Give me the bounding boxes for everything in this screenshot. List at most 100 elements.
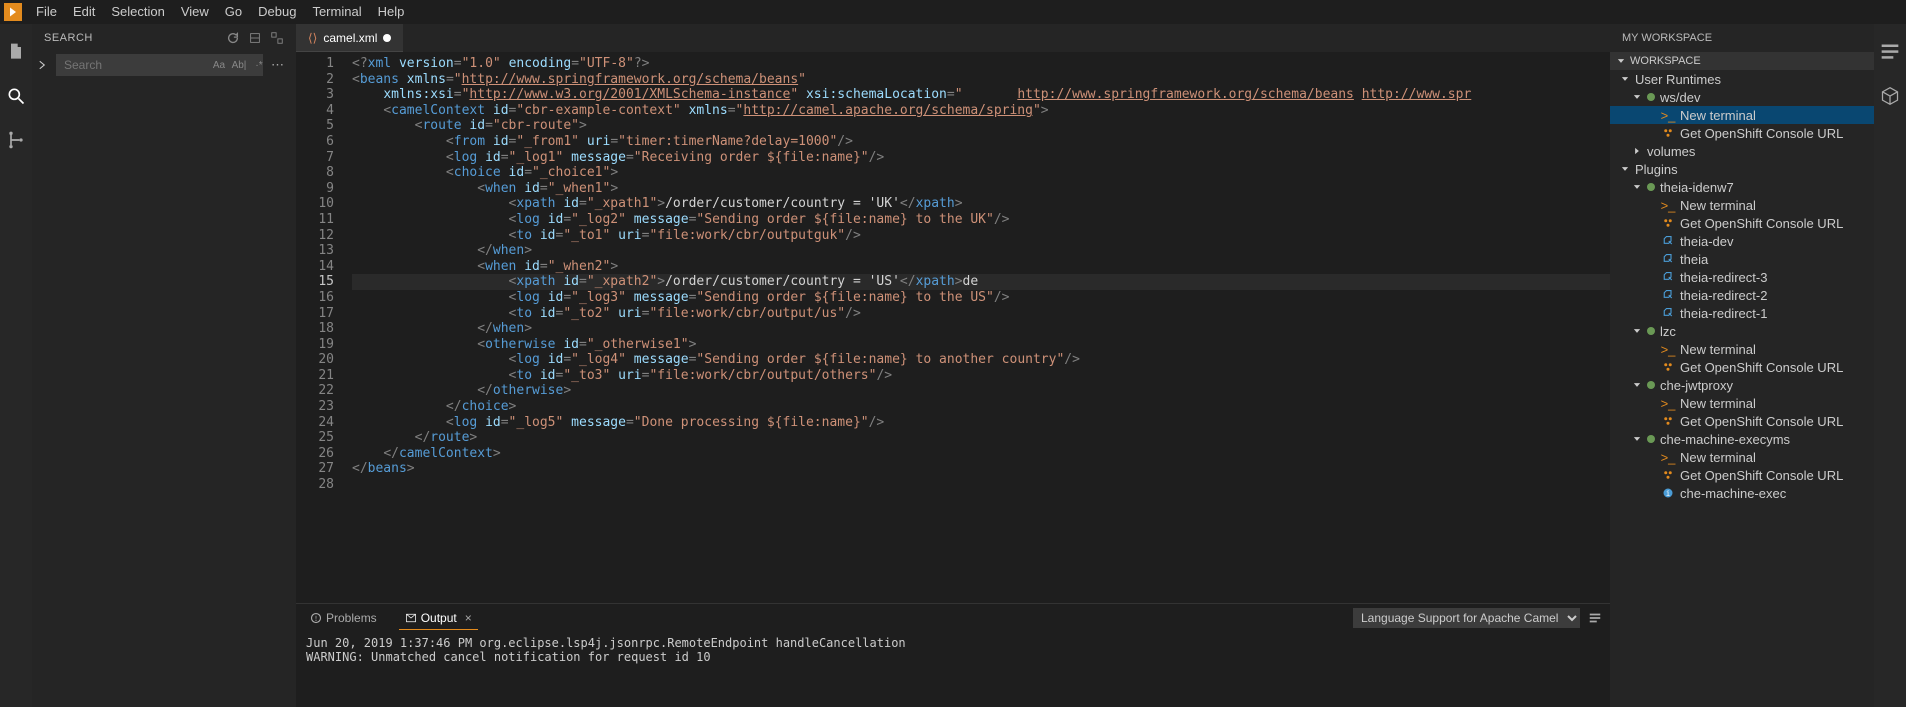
tree-label: theia-dev bbox=[1680, 234, 1733, 249]
close-icon[interactable]: × bbox=[465, 611, 472, 625]
output-content: Jun 20, 2019 1:37:46 PM org.eclipse.lsp4… bbox=[296, 632, 1610, 668]
dirty-indicator-icon bbox=[383, 34, 391, 42]
menubar: FileEditSelectionViewGoDebugTerminalHelp bbox=[0, 0, 1906, 24]
tree-label: New terminal bbox=[1680, 198, 1756, 213]
chevron-right-icon bbox=[1632, 146, 1642, 156]
menu-view[interactable]: View bbox=[173, 0, 217, 24]
menu-edit[interactable]: Edit bbox=[65, 0, 103, 24]
app-logo bbox=[4, 3, 22, 21]
tree-item-new-terminal[interactable]: >_New terminal bbox=[1610, 196, 1874, 214]
search-header: SEARCH bbox=[32, 24, 296, 52]
tree-item-che-jwtproxy[interactable]: che-jwtproxy bbox=[1610, 376, 1874, 394]
more-icon[interactable]: ⋯ bbox=[271, 57, 284, 73]
tree-label: New terminal bbox=[1680, 396, 1756, 411]
clear-icon[interactable] bbox=[248, 31, 262, 45]
tree-item-theia-redirect-3[interactable]: theia-redirect-3 bbox=[1610, 268, 1874, 286]
chevron-right-icon[interactable] bbox=[36, 59, 48, 71]
tree-item-get-openshift-console-url[interactable]: Get OpenShift Console URL bbox=[1610, 412, 1874, 430]
chevron-down-icon bbox=[1632, 182, 1642, 192]
tab-camel-xml[interactable]: ⟨⟩ camel.xml bbox=[296, 24, 403, 52]
tree-item-user-runtimes[interactable]: User Runtimes bbox=[1610, 70, 1874, 88]
tree-item-new-terminal[interactable]: >_New terminal bbox=[1610, 448, 1874, 466]
tab-label: camel.xml bbox=[323, 31, 377, 45]
tree-label: Get OpenShift Console URL bbox=[1680, 468, 1843, 483]
tree-label: Get OpenShift Console URL bbox=[1680, 216, 1843, 231]
tree-item-che-machine-execyms[interactable]: che-machine-execyms bbox=[1610, 430, 1874, 448]
tree-item-che-machine-exec[interactable]: i che-machine-exec bbox=[1610, 484, 1874, 502]
outline-icon[interactable] bbox=[1880, 42, 1900, 62]
cube-icon[interactable] bbox=[1880, 86, 1900, 106]
menu-terminal[interactable]: Terminal bbox=[304, 0, 369, 24]
output-tab[interactable]: Output × bbox=[399, 607, 478, 630]
tree-label: theia bbox=[1680, 252, 1708, 267]
tree-label: New terminal bbox=[1680, 108, 1756, 123]
tree-item-volumes[interactable]: volumes bbox=[1610, 142, 1874, 160]
menu-file[interactable]: File bbox=[28, 0, 65, 24]
chevron-down-icon bbox=[1632, 380, 1642, 390]
match-case-icon[interactable]: Aa bbox=[211, 60, 227, 71]
tree-label: che-machine-execyms bbox=[1660, 432, 1790, 447]
menu-selection[interactable]: Selection bbox=[103, 0, 172, 24]
tree-item-theia-idenw7[interactable]: theia-idenw7 bbox=[1610, 178, 1874, 196]
tree-label: theia-redirect-2 bbox=[1680, 288, 1767, 303]
tree-item-get-openshift-console-url[interactable]: Get OpenShift Console URL bbox=[1610, 214, 1874, 232]
search-title: SEARCH bbox=[44, 32, 93, 44]
git-icon[interactable] bbox=[6, 130, 26, 150]
tree-item-new-terminal[interactable]: >_New terminal bbox=[1610, 106, 1874, 124]
tree-label: Plugins bbox=[1635, 162, 1678, 177]
search-panel: SEARCH Aa Ab| ·* ⋯ bbox=[32, 24, 296, 707]
tree-label: Get OpenShift Console URL bbox=[1680, 360, 1843, 375]
clear-output-icon[interactable] bbox=[1588, 611, 1602, 625]
tree-label: User Runtimes bbox=[1635, 72, 1721, 87]
chevron-down-icon bbox=[1632, 434, 1642, 444]
chevron-down-icon bbox=[1620, 164, 1630, 174]
chevron-down-icon bbox=[1616, 56, 1626, 66]
tree-label: New terminal bbox=[1680, 342, 1756, 357]
tree-label: New terminal bbox=[1680, 450, 1756, 465]
tree-item-theia-redirect-2[interactable]: theia-redirect-2 bbox=[1610, 286, 1874, 304]
tree-item-get-openshift-console-url[interactable]: Get OpenShift Console URL bbox=[1610, 358, 1874, 376]
tree-item-get-openshift-console-url[interactable]: Get OpenShift Console URL bbox=[1610, 124, 1874, 142]
regex-icon[interactable]: ·* bbox=[251, 60, 267, 71]
workspace-title: MY WORKSPACE bbox=[1610, 24, 1874, 52]
menu-go[interactable]: Go bbox=[217, 0, 250, 24]
chevron-down-icon bbox=[1620, 74, 1630, 84]
tree-item-new-terminal[interactable]: >_New terminal bbox=[1610, 340, 1874, 358]
collapse-icon[interactable] bbox=[270, 31, 284, 45]
editor[interactable]: 1234567891011121314151617181920212223242… bbox=[296, 52, 1610, 603]
problems-tab[interactable]: Problems bbox=[304, 607, 383, 629]
chevron-down-icon bbox=[1632, 326, 1642, 336]
tree-item-new-terminal[interactable]: >_New terminal bbox=[1610, 394, 1874, 412]
menu-help[interactable]: Help bbox=[370, 0, 413, 24]
menu-debug[interactable]: Debug bbox=[250, 0, 304, 24]
tree-item-get-openshift-console-url[interactable]: Get OpenShift Console URL bbox=[1610, 466, 1874, 484]
main-area: ⟨⟩ camel.xml 123456789101112131415161718… bbox=[296, 24, 1610, 707]
tree-item-theia-redirect-1[interactable]: theia-redirect-1 bbox=[1610, 304, 1874, 322]
refresh-icon[interactable] bbox=[226, 31, 240, 45]
match-word-icon[interactable]: Ab| bbox=[231, 60, 247, 71]
output-icon bbox=[405, 612, 417, 624]
editor-tabs: ⟨⟩ camel.xml bbox=[296, 24, 1610, 52]
line-numbers: 1234567891011121314151617181920212223242… bbox=[296, 52, 352, 603]
tree-item-lzc[interactable]: lzc bbox=[1610, 322, 1874, 340]
search-options: Aa Ab| ·* bbox=[211, 60, 267, 71]
code-content[interactable]: <?xml version="1.0" encoding="UTF-8"?><b… bbox=[352, 52, 1610, 603]
tree-item-ws-dev[interactable]: ws/dev bbox=[1610, 88, 1874, 106]
tree-label: volumes bbox=[1647, 144, 1695, 159]
workspace-panel: MY WORKSPACE WORKSPACE User Runtimesws/d… bbox=[1610, 24, 1874, 707]
tree-item-theia[interactable]: theia bbox=[1610, 250, 1874, 268]
tree-item-theia-dev[interactable]: theia-dev bbox=[1610, 232, 1874, 250]
tree-label: theia-redirect-1 bbox=[1680, 306, 1767, 321]
search-icon[interactable] bbox=[6, 86, 26, 106]
problems-icon bbox=[310, 612, 322, 624]
tree-label: che-machine-exec bbox=[1680, 486, 1786, 501]
tree-label: che-jwtproxy bbox=[1660, 378, 1733, 393]
tree-label: Get OpenShift Console URL bbox=[1680, 414, 1843, 429]
activity-bar-left bbox=[0, 24, 32, 707]
tree-label: lzc bbox=[1660, 324, 1676, 339]
files-icon[interactable] bbox=[6, 42, 26, 62]
output-channel-select[interactable]: Language Support for Apache Camel bbox=[1353, 608, 1580, 628]
tree-item-plugins[interactable]: Plugins bbox=[1610, 160, 1874, 178]
svg-text:i: i bbox=[1666, 489, 1671, 498]
workspace-section[interactable]: WORKSPACE bbox=[1610, 52, 1874, 70]
